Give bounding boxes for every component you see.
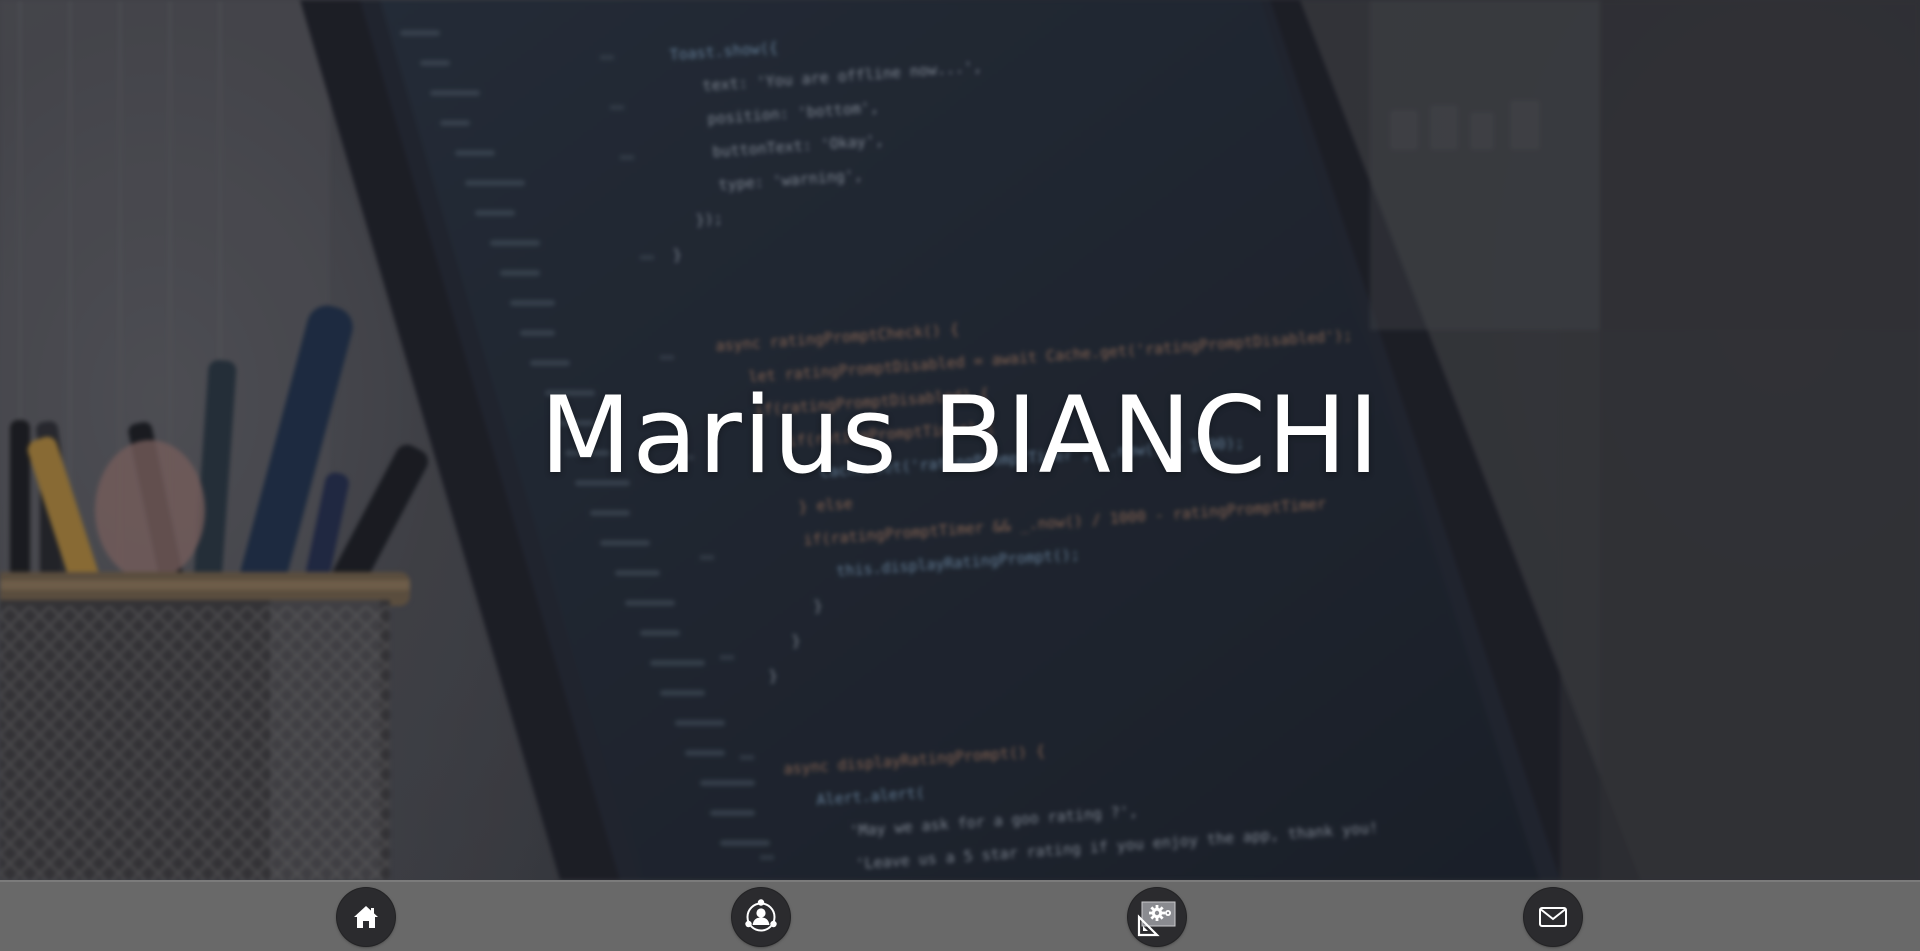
nav-contact-button[interactable] — [1524, 888, 1582, 946]
bottom-nav-bar — [0, 880, 1920, 951]
nav-home-button[interactable] — [337, 888, 395, 946]
nav-skills-button[interactable] — [1128, 888, 1186, 946]
nav-about-button[interactable] — [732, 888, 790, 946]
page: Toast.show({text: 'You are offline now..… — [0, 0, 1920, 951]
mail-icon — [1539, 907, 1567, 927]
hero-section: Toast.show({text: 'You are offline now..… — [0, 0, 1920, 880]
home-icon — [354, 906, 378, 928]
tools-gear-icon — [1137, 901, 1176, 937]
hero-title: Marius BIANCHI — [539, 374, 1381, 497]
profile-network-icon — [745, 899, 777, 932]
